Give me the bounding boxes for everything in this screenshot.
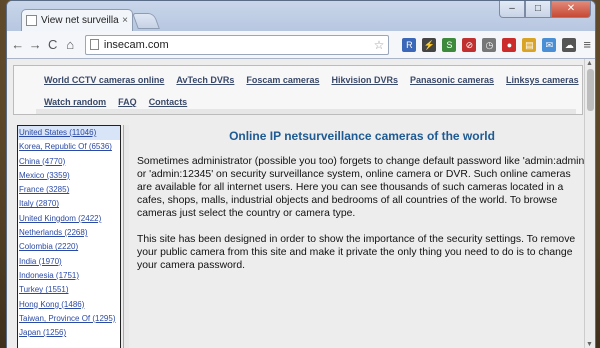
maximize-button[interactable]: □ [525, 1, 551, 18]
purpose-paragraph: This site has been designed in order to … [137, 234, 576, 271]
country-link[interactable]: Netherlands (2268) [18, 226, 120, 240]
browser-menu-button[interactable]: ≡ [583, 37, 591, 52]
browser-toolbar: ← → C ⌂ insecam.com ☆ R ⚡ S ⊘ ◷ ● ▤ ✉ ☁ ≡ [7, 31, 595, 59]
site-nav-link[interactable]: Linksys cameras [506, 75, 579, 85]
intro-paragraph: Sometimes administrator (possible you to… [137, 156, 587, 219]
site-nav-link[interactable]: Foscam cameras [246, 75, 319, 85]
country-link[interactable]: China (4770) [18, 155, 120, 169]
browser-window: View net surveillance onlin × – □ ✕ ← → … [6, 0, 596, 348]
tab-strip: View net surveillance onlin × – □ ✕ [7, 1, 595, 31]
page-viewport: World CCTV cameras online AvTech DVRs Fosc… [7, 59, 595, 348]
site-nav-link[interactable]: AvTech DVRs [176, 75, 234, 85]
country-link[interactable]: Mexico (3359) [18, 169, 120, 183]
block-icon[interactable]: ⊘ [462, 37, 477, 52]
window-controls: – □ ✕ [499, 1, 591, 18]
clock-icon[interactable]: ◷ [482, 37, 497, 52]
reload-button[interactable]: C [46, 37, 59, 52]
country-list: United States (11046) Korea, Republic Of … [17, 125, 121, 348]
forward-button[interactable]: → [28, 37, 42, 52]
s-icon[interactable]: S [442, 37, 457, 52]
country-link[interactable]: Turkey (1551) [18, 283, 120, 297]
country-link[interactable]: India (1970) [18, 255, 120, 269]
country-link[interactable]: Indonesia (1751) [18, 269, 120, 283]
scroll-up-icon[interactable]: ▲ [586, 60, 593, 67]
page-icon [89, 39, 99, 50]
country-link[interactable]: Taiwan, Province Of (1295) [18, 312, 120, 326]
site-nav-link[interactable]: FAQ [118, 97, 137, 107]
alert-icon[interactable]: ● [502, 37, 517, 52]
nav-horizontal-scrollbar[interactable] [36, 109, 576, 114]
tab-close-icon[interactable]: × [122, 15, 128, 26]
address-bar[interactable]: insecam.com ☆ [84, 34, 390, 55]
country-link[interactable]: France (3285) [18, 183, 120, 197]
main-content: Online IP netsurveillance cameras of the… [137, 129, 587, 285]
back-button[interactable]: ← [11, 37, 24, 52]
minimize-button[interactable]: – [499, 1, 525, 18]
bookmark-star-icon[interactable]: ☆ [374, 38, 385, 52]
country-link[interactable]: Korea, Republic Of (6536) [18, 140, 120, 154]
extension-icons: R ⚡ S ⊘ ◷ ● ▤ ✉ ☁ [399, 37, 579, 52]
tab-title: View net surveillance onlin [41, 15, 119, 26]
country-list-scrollbar[interactable] [123, 125, 129, 348]
site-nav-link[interactable]: Hikvision DVRs [331, 75, 398, 85]
site-nav-link[interactable]: Contacts [149, 97, 188, 107]
country-link[interactable]: Japan (1256) [18, 326, 120, 340]
r-icon[interactable]: R [402, 37, 417, 52]
country-link[interactable]: United States (11046) [18, 126, 120, 141]
country-link[interactable]: Hong Kong (1486) [18, 298, 120, 312]
site-nav-link[interactable]: Panasonic cameras [410, 75, 494, 85]
country-link[interactable]: Colombia (2220) [18, 240, 120, 254]
url-text[interactable]: insecam.com [104, 39, 374, 51]
home-button[interactable]: ⌂ [63, 37, 76, 52]
new-tab-button[interactable] [132, 13, 160, 29]
book-icon[interactable]: ▤ [522, 37, 537, 52]
site-nav-link[interactable]: World CCTV cameras online [44, 75, 164, 85]
page-scrollbar[interactable]: ▲ ▼ [584, 59, 595, 348]
tab-active[interactable]: View net surveillance onlin × [21, 9, 133, 31]
site-nav-link[interactable]: Watch random [44, 97, 106, 107]
cloud-icon[interactable]: ☁ [562, 37, 577, 52]
lightning-icon[interactable]: ⚡ [422, 37, 437, 52]
country-link[interactable]: United Kingdom (2422) [18, 212, 120, 226]
site-nav-row-1: World CCTV cameras online AvTech DVRs Fosc… [44, 69, 595, 91]
site-nav-menu: World CCTV cameras online AvTech DVRs Fosc… [13, 65, 595, 115]
scroll-thumb[interactable] [587, 69, 594, 111]
page-favicon-icon [26, 15, 37, 26]
country-link[interactable]: Italy (2870) [18, 197, 120, 211]
scroll-down-icon[interactable]: ▼ [586, 341, 593, 348]
webpage: World CCTV cameras online AvTech DVRs Fosc… [13, 65, 595, 348]
close-window-button[interactable]: ✕ [551, 1, 591, 18]
mail-icon[interactable]: ✉ [542, 37, 557, 52]
page-heading: Online IP netsurveillance cameras of the… [229, 129, 495, 143]
